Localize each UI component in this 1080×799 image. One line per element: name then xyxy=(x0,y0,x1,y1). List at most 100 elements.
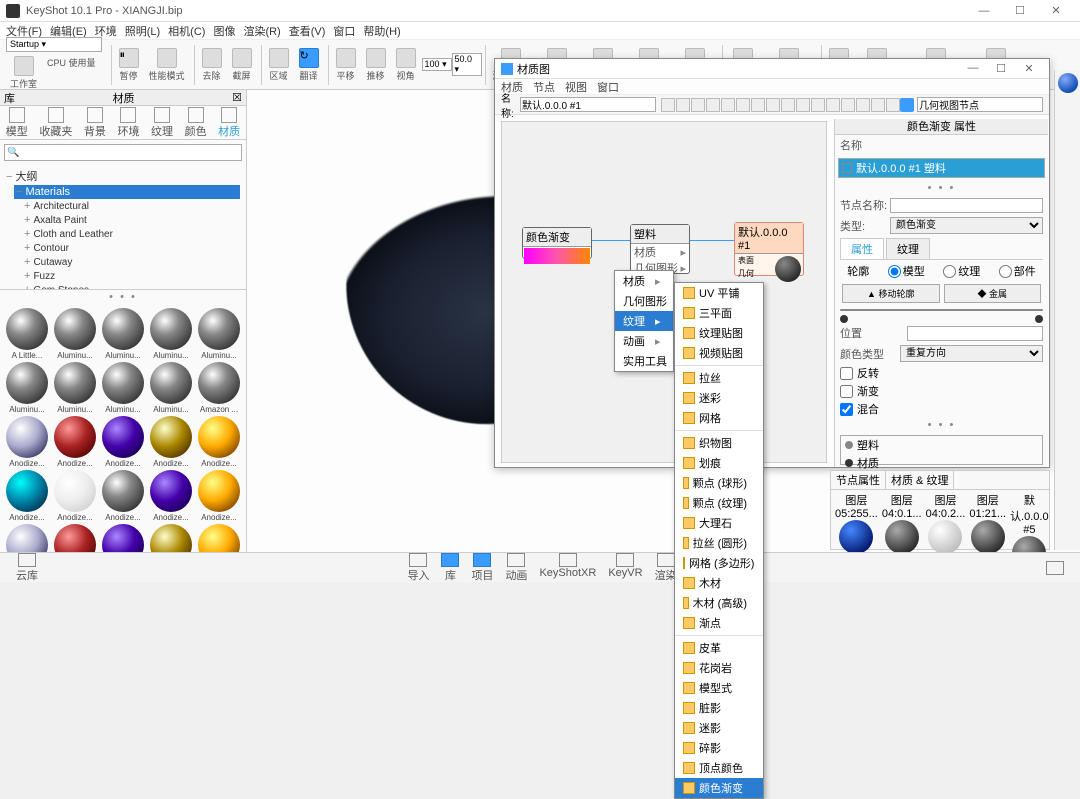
ctx-item[interactable]: 木材 xyxy=(675,573,763,593)
focal-field[interactable]: 50.0 ▾ xyxy=(452,53,482,76)
tree-item[interactable]: +Cloth and Leather xyxy=(24,227,240,241)
material-thumb[interactable]: Aluminu... xyxy=(52,308,98,360)
material-thumb[interactable]: Anodize... xyxy=(148,470,194,522)
tb-icon[interactable] xyxy=(826,98,840,112)
tb-icon[interactable] xyxy=(661,98,675,112)
fullscreen-button[interactable] xyxy=(1046,561,1064,575)
menu-image[interactable]: 图像 xyxy=(213,23,235,39)
lib-button[interactable]: 库 xyxy=(441,553,459,583)
menu-help[interactable]: 帮助(H) xyxy=(363,23,400,39)
tab-props[interactable]: 属性 xyxy=(840,238,884,259)
tree-item[interactable]: +Axalta Paint xyxy=(24,213,240,227)
maximize-button[interactable]: ☐ xyxy=(1002,0,1038,22)
ctx-item[interactable]: 视频贴图 xyxy=(675,343,763,363)
ctx-item[interactable]: 木材 (高级) xyxy=(675,593,763,613)
material-thumb[interactable]: Anodize... xyxy=(100,416,146,468)
tb-icon[interactable] xyxy=(871,98,885,112)
radio-tex[interactable]: 纹理 xyxy=(943,263,980,279)
ctx-item[interactable]: 颜色渐变 xyxy=(675,778,763,798)
pause-icon[interactable]: ⏸ xyxy=(119,48,139,68)
material-thumb[interactable]: Anodize... xyxy=(196,416,242,468)
ctx-item[interactable]: 拉丝 xyxy=(675,368,763,388)
tab-fav[interactable]: 收藏夹 xyxy=(35,105,76,141)
tab-env[interactable]: 环境 xyxy=(113,105,143,141)
metal-button[interactable]: ◆ 金属 xyxy=(944,284,1042,303)
ctx-item[interactable]: 大理石 xyxy=(675,513,763,533)
colormode-select[interactable]: 重复方向 xyxy=(900,345,1043,362)
type-select[interactable]: 颜色渐变 xyxy=(890,217,1043,234)
tab-tex[interactable]: 纹理 xyxy=(147,105,177,141)
tab-texture[interactable]: 纹理 xyxy=(886,238,930,259)
ctx-item[interactable]: 拉丝 (圆形) xyxy=(675,533,763,553)
dmenu-view[interactable]: 视图 xyxy=(565,79,587,95)
studio-icon[interactable] xyxy=(14,56,34,76)
chk-gradient[interactable]: 渐变 xyxy=(835,382,1048,400)
vr-button[interactable]: KeyVR xyxy=(608,553,642,583)
tb-icon[interactable] xyxy=(841,98,855,112)
tb-icon[interactable] xyxy=(691,98,705,112)
ctx-item[interactable]: 迷影 xyxy=(675,718,763,738)
ctx-item[interactable]: 网格 xyxy=(675,408,763,428)
tb-icon[interactable] xyxy=(886,98,900,112)
close-button[interactable]: ✕ xyxy=(1038,0,1074,22)
tree-item[interactable]: +Fuzz xyxy=(24,269,240,283)
radio-model[interactable]: 模型 xyxy=(888,263,925,279)
nodename-input[interactable] xyxy=(890,198,1043,213)
name-input[interactable] xyxy=(520,97,656,112)
ctx-item[interactable]: 碎影 xyxy=(675,738,763,758)
ctx-geom[interactable]: 几何图形▸ xyxy=(615,291,673,311)
project-button[interactable]: 项目 xyxy=(471,553,493,583)
refresh-icon[interactable]: ↻ xyxy=(299,48,319,68)
search-input[interactable] xyxy=(4,144,242,161)
dock-tab1[interactable]: 节点属性 xyxy=(831,471,886,489)
material-thumb[interactable]: Anodize... xyxy=(52,416,98,468)
material-thumb[interactable]: Aluminu... xyxy=(196,308,242,360)
ctx-item[interactable]: 织物图 xyxy=(675,433,763,453)
move-button[interactable]: ▲ 移动轮廓 xyxy=(842,284,940,303)
gradient-editor[interactable] xyxy=(840,309,1043,311)
dolly-icon[interactable] xyxy=(366,48,386,68)
material-thumb[interactable]: Aluminu... xyxy=(148,308,194,360)
drag-handle[interactable]: • • • xyxy=(0,290,246,304)
region-icon[interactable] xyxy=(269,48,289,68)
menu-light[interactable]: 照明(L) xyxy=(125,23,160,39)
material-list[interactable]: 默认.0.0.0 #1 塑料 xyxy=(838,158,1045,178)
node-color-gradient[interactable]: 颜色渐变 xyxy=(522,227,592,259)
ctx-material[interactable]: 材质▸ xyxy=(615,271,673,291)
material-thumb[interactable]: Anodize... xyxy=(4,416,50,468)
list-item[interactable]: 塑料 xyxy=(841,436,1042,454)
material-thumb[interactable]: Anodize... xyxy=(4,470,50,522)
target-icon[interactable] xyxy=(900,98,914,112)
redo-icon[interactable] xyxy=(232,48,252,68)
tb-icon[interactable] xyxy=(736,98,750,112)
material-thumb[interactable]: Aluminu... xyxy=(148,362,194,414)
undo-icon[interactable] xyxy=(202,48,222,68)
ctx-item[interactable]: 划痕 xyxy=(675,453,763,473)
node-output[interactable]: 默认.0.0.0 #1 表面 几何 标签 xyxy=(734,222,804,276)
list-item[interactable]: 默认.0.0.0 #1 塑料 xyxy=(839,159,1044,177)
chk-invert[interactable]: 反转 xyxy=(835,364,1048,382)
ctx-item[interactable]: 渐点 xyxy=(675,613,763,633)
tree-item[interactable]: +Contour xyxy=(24,241,240,255)
ctx-item[interactable]: 皮革 xyxy=(675,638,763,658)
dlg-max-button[interactable]: ☐ xyxy=(987,62,1015,75)
material-thumb[interactable]: Anodize... xyxy=(52,470,98,522)
stop-handle[interactable] xyxy=(1035,315,1043,323)
minimize-button[interactable]: — xyxy=(966,0,1002,22)
ctx-item[interactable]: 网格 (多边形) xyxy=(675,553,763,573)
stop-handle[interactable] xyxy=(840,315,848,323)
tb-icon[interactable] xyxy=(766,98,780,112)
ctx-item[interactable]: 三平面 xyxy=(675,303,763,323)
mini-list[interactable]: 塑料 材质 xyxy=(840,435,1043,465)
tb-icon[interactable] xyxy=(676,98,690,112)
xr-button[interactable]: KeyShotXR xyxy=(539,553,596,583)
ctx-item[interactable]: 脏影 xyxy=(675,698,763,718)
ctx-item[interactable]: 顶点颜色 xyxy=(675,758,763,778)
tree-item[interactable]: +Gem Stones xyxy=(24,283,240,290)
perf-icon[interactable] xyxy=(157,48,177,68)
material-thumb[interactable]: Aluminu... xyxy=(100,308,146,360)
material-thumb[interactable]: Anodize... xyxy=(196,470,242,522)
ctx-item[interactable]: 迷彩 xyxy=(675,388,763,408)
menu-view[interactable]: 查看(V) xyxy=(289,23,326,39)
pos-input[interactable] xyxy=(907,326,1043,341)
